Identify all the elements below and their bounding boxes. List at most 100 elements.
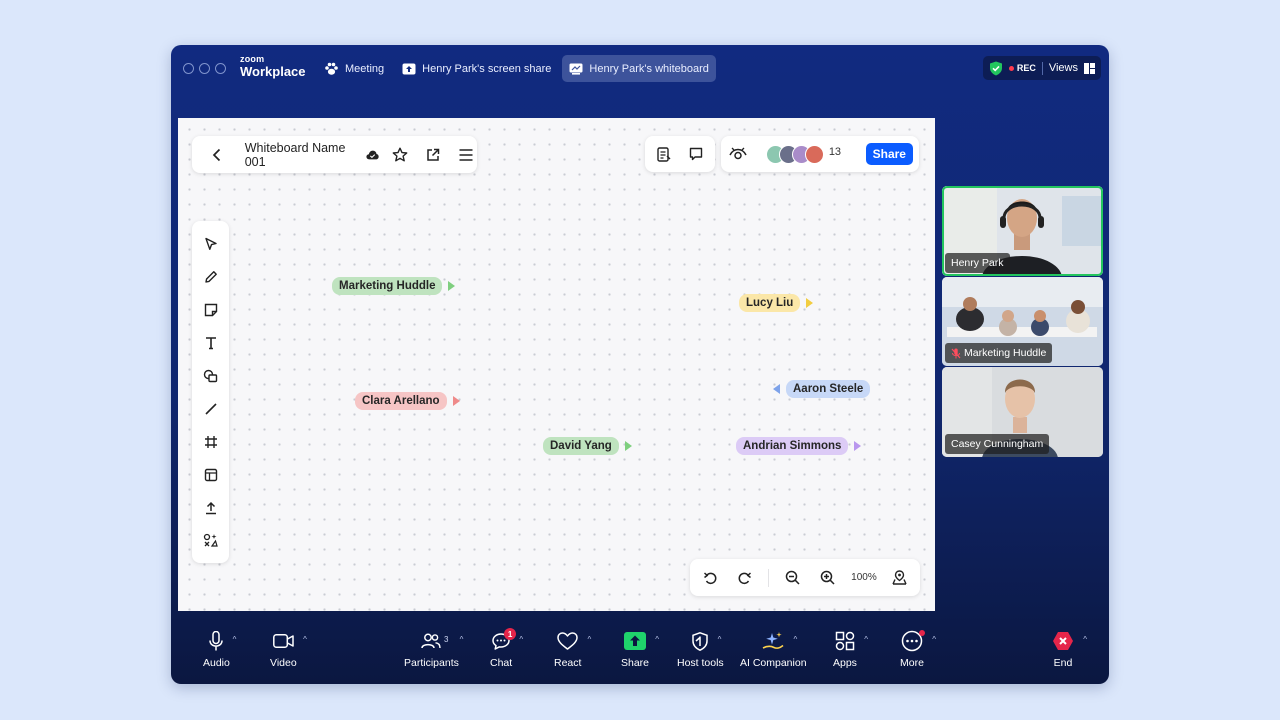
audio-button[interactable]: ^ Audio — [203, 627, 236, 669]
host-tools-button[interactable]: ^ Host tools — [677, 627, 724, 669]
back-button[interactable] — [206, 142, 229, 168]
shapes-tool[interactable] — [198, 363, 224, 389]
ai-companion-icon — [762, 632, 784, 649]
views-button[interactable]: Views — [1049, 62, 1078, 74]
participants-button[interactable]: 3 ^ Participants — [404, 627, 463, 669]
minimap-button[interactable] — [888, 570, 912, 585]
tab-screen-share[interactable]: Henry Park's screen share — [395, 55, 558, 82]
participant-name: Casey Cunningham — [945, 434, 1050, 454]
react-button[interactable]: ^ React — [554, 627, 591, 669]
close-window-button[interactable] — [183, 63, 194, 74]
zoom-logo: zoom Workplace — [240, 54, 306, 79]
zoom-level[interactable]: 100% — [851, 572, 877, 583]
share-button[interactable]: Share — [865, 143, 913, 165]
chevron-up-icon[interactable]: ^ — [587, 635, 591, 644]
video-tile[interactable]: Marketing Huddle — [942, 277, 1103, 366]
whiteboard-canvas[interactable]: Whiteboard Name 001 13 Share 100% Market… — [178, 118, 935, 611]
chevron-up-icon[interactable]: ^ — [519, 635, 523, 644]
cursor-pointer-icon — [854, 441, 862, 451]
share-screen-button[interactable]: ^ Share — [621, 627, 659, 669]
participant-name-label: Marketing Huddle — [945, 343, 1053, 363]
cloud-saved-icon — [366, 150, 379, 159]
tab-whiteboard[interactable]: Henry Park's whiteboard — [562, 55, 716, 82]
minimize-window-button[interactable] — [199, 63, 210, 74]
text-tool[interactable] — [198, 330, 224, 356]
chevron-up-icon[interactable]: ^ — [1083, 635, 1087, 644]
upload-tool[interactable] — [198, 495, 224, 521]
tab-meeting[interactable]: Meeting — [317, 55, 391, 82]
undo-icon — [704, 571, 717, 584]
cursor-pointer-icon — [806, 298, 814, 308]
participants-icon — [421, 633, 442, 649]
template-icon — [204, 468, 217, 481]
ai-companion-button[interactable]: ^ AI Companion — [740, 627, 807, 669]
redo-button[interactable] — [733, 571, 757, 585]
chat-button[interactable]: 1 ^ Chat — [490, 627, 523, 669]
frame-tool[interactable] — [198, 429, 224, 455]
share-screen-icon — [624, 632, 647, 650]
chevron-up-icon[interactable]: ^ — [233, 635, 237, 644]
drawing-toolbar — [192, 221, 229, 563]
collaborator-avatars[interactable]: 13 — [765, 144, 847, 164]
sticky-note-tool[interactable] — [198, 297, 224, 323]
video-button[interactable]: ^ Video — [270, 627, 307, 669]
collaborators-card: 13 Share — [721, 136, 919, 172]
shield-check-icon[interactable] — [989, 61, 1003, 76]
template-tool[interactable] — [198, 462, 224, 488]
zoom-out-icon — [785, 570, 800, 585]
favorite-button[interactable] — [389, 142, 412, 168]
screen-share-icon — [402, 63, 416, 74]
notes-icon — [657, 146, 671, 162]
recording-indicator[interactable]: REC — [1008, 63, 1036, 73]
divider — [768, 568, 770, 587]
chevron-up-icon[interactable]: ^ — [932, 635, 936, 644]
apps-icon — [835, 631, 855, 651]
map-pin-icon — [892, 570, 908, 585]
video-tile[interactable]: Casey Cunningham — [942, 367, 1103, 457]
menu-button[interactable] — [454, 142, 477, 168]
shield-icon — [692, 631, 709, 651]
video-tile[interactable]: Henry Park — [942, 186, 1103, 276]
notes-button[interactable] — [652, 142, 676, 166]
zoom-out-button[interactable] — [781, 570, 805, 585]
view-layout-icon[interactable] — [1084, 62, 1095, 74]
heart-icon — [557, 632, 578, 650]
line-tool[interactable] — [198, 396, 224, 422]
chat-unread-badge: 1 — [504, 628, 517, 640]
chevron-up-icon[interactable]: ^ — [718, 635, 722, 644]
collaborator-cursor: Clara Arellano — [355, 392, 460, 410]
apps-button[interactable]: ^ Apps — [833, 627, 868, 669]
pen-tool[interactable] — [198, 264, 224, 290]
cursor-label: Aaron Steele — [786, 380, 871, 398]
cursor-label: Lucy Liu — [739, 294, 801, 312]
undo-button[interactable] — [698, 571, 722, 585]
notification-dot — [918, 630, 925, 636]
end-meeting-button[interactable]: ^ End — [1052, 627, 1087, 669]
muted-mic-icon — [951, 348, 961, 358]
chevron-up-icon[interactable]: ^ — [655, 635, 659, 644]
more-button[interactable]: ^ More — [900, 627, 936, 669]
ai-shapes-tool[interactable] — [198, 528, 224, 554]
upload-icon — [205, 501, 216, 514]
cursor-arrow-icon — [204, 237, 217, 250]
comments-button[interactable] — [684, 142, 708, 166]
select-tool[interactable] — [198, 231, 224, 257]
chevron-up-icon[interactable]: ^ — [303, 635, 307, 644]
cursor-label: Andrian Simmons — [736, 437, 849, 455]
eye-follow-icon[interactable] — [729, 147, 747, 161]
end-call-icon — [1053, 632, 1073, 650]
recording-dot — [1008, 65, 1014, 71]
participant-count: 13 — [827, 144, 847, 164]
collaborator-cursor: Marketing Huddle — [332, 277, 456, 295]
external-link-icon — [427, 148, 440, 161]
redo-icon — [738, 571, 752, 584]
maximize-window-button[interactable] — [215, 63, 226, 74]
open-external-button[interactable] — [422, 142, 445, 168]
chevron-up-icon[interactable]: ^ — [460, 635, 464, 644]
whiteboard-name[interactable]: Whiteboard Name 001 — [245, 141, 354, 169]
chevron-up-icon[interactable]: ^ — [864, 635, 868, 644]
collaborator-cursor: David Yang — [543, 437, 632, 455]
zoom-in-button[interactable] — [816, 570, 840, 585]
shapes-icon — [203, 369, 218, 382]
chevron-up-icon[interactable]: ^ — [794, 635, 798, 644]
